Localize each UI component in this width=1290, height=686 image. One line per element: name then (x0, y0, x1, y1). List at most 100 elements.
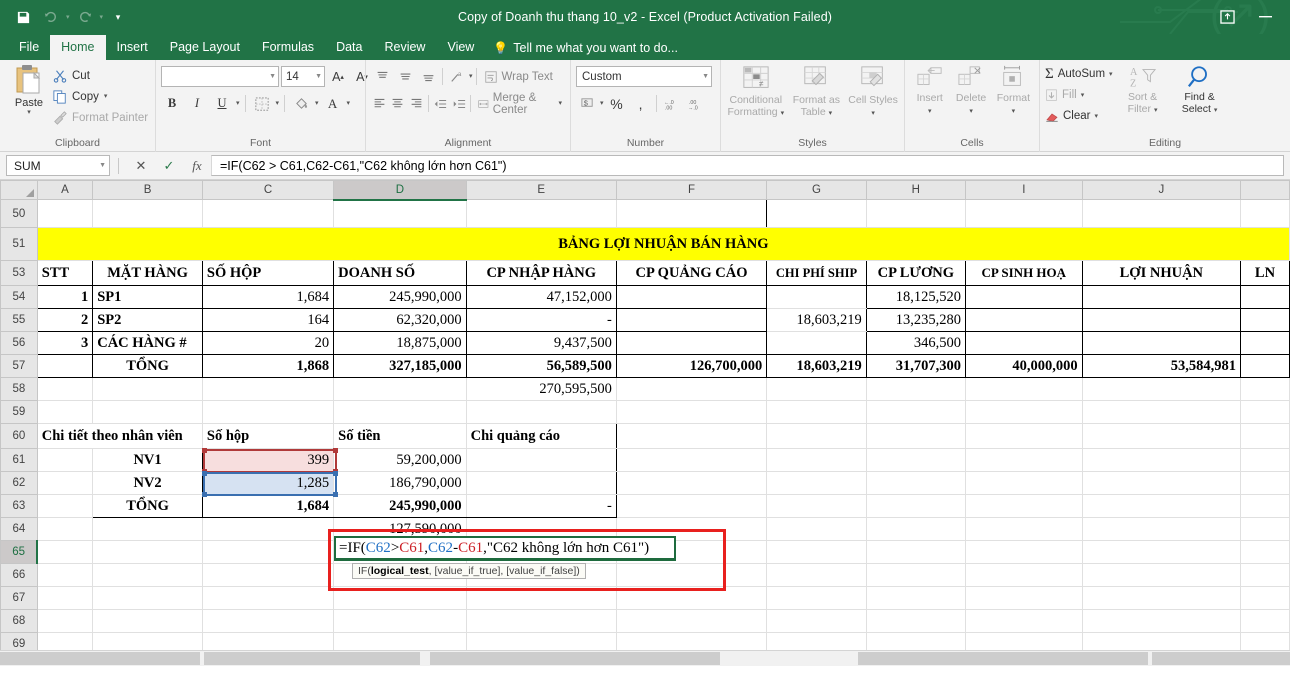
cell-b58[interactable] (92, 377, 203, 401)
cell-j58[interactable] (1082, 377, 1242, 401)
cancel-formula-icon[interactable]: ✕ (127, 155, 155, 176)
column-header-b[interactable]: B (92, 180, 203, 200)
cell-j67[interactable] (1082, 586, 1242, 610)
cell-a69[interactable] (37, 632, 94, 650)
cell-f55[interactable] (615, 308, 768, 332)
cell-f69[interactable] (616, 632, 768, 650)
cell-d68[interactable] (333, 609, 467, 633)
redo-icon[interactable] (72, 4, 98, 30)
customize-qat-icon[interactable]: ▾ (105, 4, 131, 30)
cell-c62[interactable]: 1,285 (202, 471, 335, 495)
cell-j64[interactable] (1082, 517, 1242, 541)
insert-cells-button[interactable]: Insert ▾ (910, 65, 949, 116)
cell-g63[interactable] (766, 494, 867, 518)
name-box-dropdown-icon[interactable]: ▼ (99, 162, 106, 169)
cell-f57[interactable]: 126,700,000 (615, 354, 768, 378)
cell-d63[interactable]: 245,990,000 (333, 494, 467, 518)
cell-e59[interactable] (466, 400, 617, 424)
cell-g54[interactable] (766, 285, 867, 309)
cell-c64[interactable] (202, 517, 335, 541)
cell-j63[interactable] (1082, 494, 1242, 518)
cell-a68[interactable] (37, 609, 94, 633)
cell-j61[interactable] (1082, 448, 1242, 472)
cell-i57[interactable]: 40,000,000 (964, 354, 1083, 378)
spreadsheet-grid[interactable]: ThuthuatOffice TRI KỸ CỦA DÂN CÔNG SỞ A … (0, 180, 1290, 650)
cell-g60[interactable] (766, 423, 867, 449)
cell-j68[interactable] (1082, 609, 1242, 633)
sort-filter-dropdown-icon[interactable]: ▾ (1154, 107, 1158, 114)
cell-c59[interactable] (202, 400, 335, 424)
cell-header-loi-nhuan[interactable]: LỢI NHUẬN (1081, 260, 1242, 286)
increase-decimal-icon[interactable]: ←.0.00 (661, 93, 683, 114)
cell-a62[interactable] (37, 471, 94, 495)
cell-a50[interactable] (37, 199, 94, 228)
cell-a59[interactable] (37, 400, 94, 424)
cell-h58[interactable] (866, 377, 966, 401)
accounting-dropdown-icon[interactable]: ▾ (600, 100, 604, 107)
sort-filter-button[interactable]: AZ Sort & Filter ▾ (1119, 64, 1167, 115)
cell-header-so-hop[interactable]: SỐ HỘP (201, 260, 335, 286)
table-row[interactable]: 59 (0, 400, 1290, 424)
column-header-g[interactable]: G (766, 180, 867, 200)
cell-c69[interactable] (202, 632, 335, 650)
table-row[interactable]: 60 Chi tiết theo nhân viên Số hộp Số tiề… (0, 423, 1290, 449)
cell-h57[interactable]: 31,707,300 (865, 354, 966, 378)
cell-i60[interactable] (965, 423, 1083, 449)
cell-i68[interactable] (965, 609, 1083, 633)
row-header-61[interactable]: 61 (0, 448, 38, 472)
table-row[interactable]: 57 TỔNG 1,868 327,185,000 56,589,500 126… (0, 354, 1290, 378)
cell-f61[interactable] (616, 448, 768, 472)
format-cells-button[interactable]: Format ▾ (993, 65, 1034, 116)
cell-header-cp-luong[interactable]: CP LƯƠNG (865, 260, 966, 286)
row-header-58[interactable]: 58 (0, 377, 38, 401)
font-color-dropdown-icon[interactable]: ▾ (347, 100, 351, 107)
ribbon-display-options-icon[interactable] (1216, 6, 1238, 28)
cell-c58[interactable] (202, 377, 335, 401)
cell-h66[interactable] (866, 563, 966, 587)
cell-g68[interactable] (766, 609, 867, 633)
cell-g57[interactable]: 18,603,219 (766, 354, 867, 378)
cell-d54[interactable]: 245,990,000 (333, 285, 467, 309)
cell-d60[interactable]: Số tiền (333, 423, 467, 449)
cell-j69[interactable] (1082, 632, 1242, 650)
scrollbar-track[interactable] (0, 652, 1290, 665)
cell-header-cp-nhap-hang[interactable]: CP NHẬP HÀNG (465, 260, 617, 286)
select-all-corner[interactable] (0, 180, 38, 200)
cell-f60[interactable] (616, 423, 768, 449)
cell-h61[interactable] (866, 448, 966, 472)
cell-e56[interactable]: 9,437,500 (465, 331, 617, 355)
cell-g55[interactable]: 18,603,219 (766, 308, 867, 332)
tab-review[interactable]: Review (373, 35, 436, 60)
horizontal-scrollbar[interactable] (0, 650, 1290, 666)
column-header-d[interactable]: D (333, 180, 467, 201)
cell-h68[interactable] (866, 609, 966, 633)
cell-f62[interactable] (616, 471, 768, 495)
column-header-c[interactable]: C (201, 180, 335, 200)
merge-center-dropdown-icon[interactable]: ▾ (559, 100, 563, 107)
cell-g58[interactable] (766, 377, 867, 401)
insert-function-icon[interactable]: fx (183, 155, 211, 176)
cell-f56[interactable] (615, 331, 768, 355)
table-row[interactable]: 61 NV1 399 59,200,000 (0, 448, 1290, 472)
cell-b63[interactable]: TỔNG (92, 494, 203, 518)
cell-f59[interactable] (616, 400, 768, 424)
cell-k68[interactable] (1240, 609, 1290, 633)
autosum-dropdown-icon[interactable]: ▾ (1109, 71, 1113, 78)
cell-k59[interactable] (1240, 400, 1290, 424)
conditional-formatting-button[interactable]: ≠ Conditional Formatting ▾ (726, 65, 786, 118)
cell-g56[interactable] (766, 331, 867, 355)
tab-file[interactable]: File (8, 35, 50, 60)
scrollbar-thumb-far[interactable] (858, 652, 1148, 665)
table-row[interactable]: 69 (0, 632, 1290, 650)
cell-a54[interactable]: 1 (36, 285, 94, 309)
cell-j62[interactable] (1082, 471, 1242, 495)
cell-g59[interactable] (766, 400, 867, 424)
column-header-f[interactable]: F (615, 180, 768, 200)
cell-g67[interactable] (766, 586, 867, 610)
cell-e60[interactable]: Chi quảng cáo (465, 423, 617, 449)
table-row[interactable]: 58 270,595,500 (0, 377, 1290, 401)
quick-access-toolbar[interactable]: ▾ ▾ ▾ (0, 4, 131, 30)
row-header-67[interactable]: 67 (0, 586, 38, 610)
number-format-select[interactable]: Custom ▼ (576, 66, 712, 87)
cell-c60[interactable]: Số hộp (201, 423, 335, 449)
